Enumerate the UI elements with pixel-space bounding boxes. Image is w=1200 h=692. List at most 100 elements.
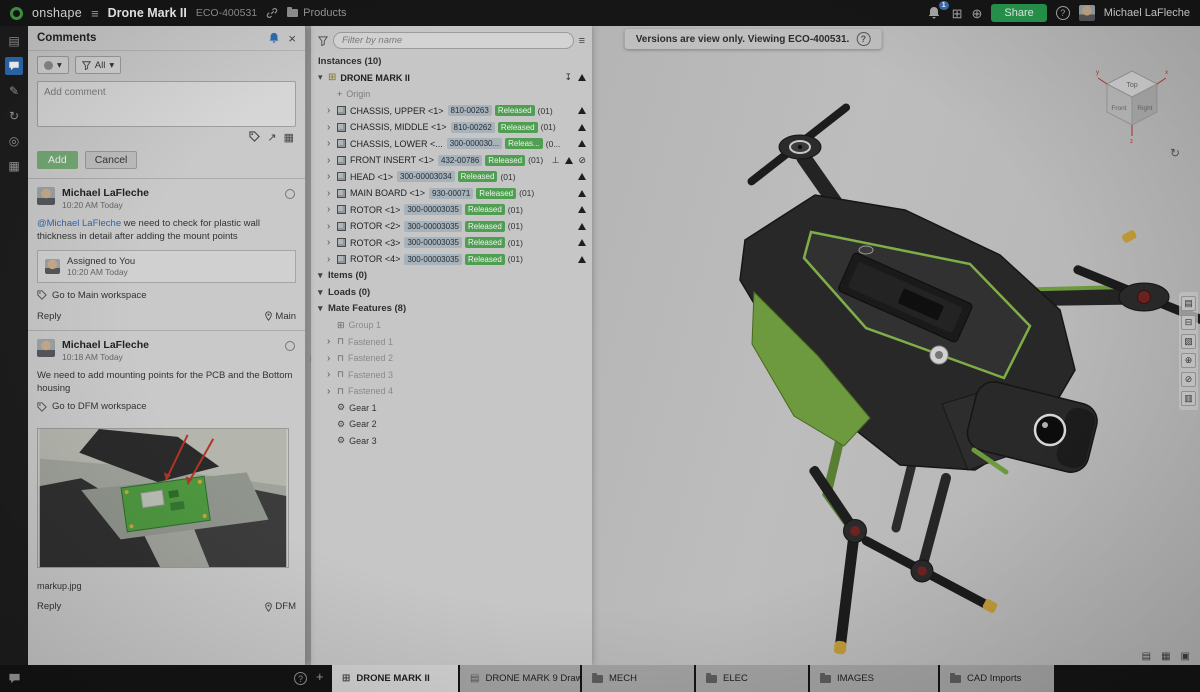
link-icon[interactable] <box>266 7 278 19</box>
expand-chevron-icon[interactable]: › <box>327 188 337 199</box>
resolve-comment-checkbox[interactable] <box>285 189 295 199</box>
assignment-card[interactable]: Assigned to You 10:20 AM Today <box>37 250 296 283</box>
list-options-icon[interactable]: ≡ <box>579 35 585 47</box>
tree-row-mate[interactable]: › ⊓ Fastened 1 <box>311 334 592 351</box>
tree-row-part[interactable]: › CHASSIS, LOWER <... 300-000030... Rele… <box>311 136 592 153</box>
print-icon[interactable]: ▤ <box>1142 651 1151 662</box>
collapse-caret-icon[interactable]: ▾ <box>318 270 328 281</box>
expand-chevron-icon[interactable]: › <box>327 386 337 397</box>
explode-view-icon[interactable]: ▧ <box>1181 334 1196 349</box>
grid-panel-icon[interactable]: ▦ <box>5 157 23 175</box>
resolve-comment-checkbox[interactable] <box>285 341 295 351</box>
add-comment-input[interactable]: Add comment <box>37 81 296 127</box>
expand-chevron-icon[interactable]: › <box>327 155 337 166</box>
tree-row-part[interactable]: › ROTOR <1> 300-00003035 Released (01) <box>311 202 592 219</box>
comment-attachment-image[interactable] <box>37 428 289 568</box>
tree-row-part[interactable]: › CHASSIS, UPPER <1> 810-00263 Released … <box>311 103 592 120</box>
reply-link[interactable]: Reply <box>37 601 61 612</box>
attachment-filename[interactable]: markup.jpg <box>37 581 296 591</box>
tab-images-folder[interactable]: IMAGES <box>810 665 940 692</box>
loads-section-header[interactable]: ▾ Loads (0) <box>311 284 592 301</box>
attach-image-icon[interactable]: ▦ <box>284 131 294 144</box>
expand-chevron-icon[interactable]: › <box>327 221 337 232</box>
menu-icon[interactable]: ≡ <box>91 7 99 20</box>
tree-row-mate[interactable]: ⚙ Gear 3 <box>311 433 592 450</box>
mute-icon[interactable]: ⊘ <box>578 155 586 166</box>
tree-row-mate[interactable]: ⚙ Gear 2 <box>311 416 592 433</box>
tree-filter-input[interactable]: Filter by name <box>333 32 574 49</box>
tab-drone-mark-drawing[interactable]: ▤ DRONE MARK 9 Drawin... <box>460 665 582 692</box>
state-triangle-icon[interactable] <box>578 124 586 131</box>
view-cube[interactable]: Top Front Right y x z <box>1090 60 1174 144</box>
items-section-header[interactable]: ▾ Items (0) <box>311 268 592 285</box>
tree-row-part[interactable]: › MAIN BOARD <1> 930-00071 Released (01) <box>311 185 592 202</box>
tree-row-part[interactable]: › CHASSIS, MIDDLE <1> 810-00262 Released… <box>311 119 592 136</box>
tab-elec-folder[interactable]: ELEC <box>696 665 810 692</box>
tree-row-mate[interactable]: ⊞ Group 1 <box>311 317 592 334</box>
tag-icon[interactable] <box>249 131 260 142</box>
expand-chevron-icon[interactable]: › <box>327 353 337 364</box>
state-triangle-icon[interactable] <box>565 157 573 164</box>
bom-panel-icon[interactable]: ▤ <box>1181 296 1196 311</box>
history-panel-icon[interactable]: ↻ <box>5 107 23 125</box>
filter-funnel-icon[interactable] <box>318 36 328 46</box>
comments-notification-bell-icon[interactable] <box>268 32 280 44</box>
grid-view-icon[interactable]: ▦ <box>1161 651 1170 662</box>
state-triangle-icon[interactable] <box>578 223 586 230</box>
state-triangle-icon[interactable] <box>578 239 586 246</box>
tree-row-mate[interactable]: ⚙ Gear 1 <box>311 400 592 417</box>
expand-chevron-icon[interactable]: › <box>327 336 337 347</box>
edit-panel-icon[interactable]: ✎ <box>5 82 23 100</box>
workspace-link[interactable]: Go to Main workspace <box>37 290 296 301</box>
mention-link[interactable]: @Michael LaFleche <box>37 218 121 229</box>
tree-row-mate[interactable]: › ⊓ Fastened 4 <box>311 383 592 400</box>
app-store-icon[interactable]: ⊞ <box>952 7 963 20</box>
display-states-icon[interactable]: ▥ <box>1181 391 1196 406</box>
comment-author-filter[interactable]: ▾ <box>37 56 69 74</box>
tree-row-mate[interactable]: › ⊓ Fastened 2 <box>311 350 592 367</box>
expand-chevron-icon[interactable]: › <box>327 171 337 182</box>
banner-help-icon[interactable]: ? <box>856 32 870 46</box>
help-icon[interactable]: ? <box>1056 6 1070 20</box>
tree-row-part[interactable]: › HEAD <1> 300-00003034 Released (01) <box>311 169 592 186</box>
comment-filter-all[interactable]: All ▾ <box>75 56 121 74</box>
tab-bar-help-icon[interactable]: ? <box>294 672 307 685</box>
appearance-panel-icon[interactable]: ⊕ <box>1181 353 1196 368</box>
collapse-caret-icon[interactable]: ▾ <box>318 72 328 83</box>
tab-cad-imports-folder[interactable]: CAD Imports <box>940 665 1056 692</box>
expand-chevron-icon[interactable]: › <box>327 105 337 116</box>
notifications-button[interactable]: 1 <box>927 6 943 21</box>
state-triangle-icon[interactable] <box>578 107 586 114</box>
tree-row-part[interactable]: › ROTOR <2> 300-00003035 Released (01) <box>311 218 592 235</box>
user-avatar[interactable] <box>1079 5 1095 21</box>
close-comments-icon[interactable]: × <box>288 31 296 46</box>
mate-connector-icon[interactable]: ⊥ <box>552 155 560 166</box>
collapse-caret-icon[interactable]: ▾ <box>318 287 328 298</box>
state-triangle-icon[interactable] <box>578 256 586 263</box>
state-triangle-icon[interactable] <box>578 140 586 147</box>
notes-panel-icon[interactable]: ▤ <box>5 32 23 50</box>
expand-chevron-icon[interactable]: › <box>327 204 337 215</box>
tab-mech-folder[interactable]: MECH <box>582 665 696 692</box>
add-comment-button[interactable]: Add <box>37 151 78 169</box>
tree-row-mate[interactable]: › ⊓ Fastened 3 <box>311 367 592 384</box>
onshape-logo-icon[interactable] <box>10 7 23 20</box>
expand-chevron-icon[interactable]: › <box>327 237 337 248</box>
collapse-caret-icon[interactable]: ▾ <box>318 303 328 314</box>
instances-section-header[interactable]: Instances (10) <box>311 53 592 70</box>
insert-icon[interactable]: ↧ <box>564 72 572 83</box>
reply-link[interactable]: Reply <box>37 311 61 322</box>
target-panel-icon[interactable]: ◎ <box>5 132 23 150</box>
expand-chevron-icon[interactable]: › <box>327 254 337 265</box>
fullscreen-icon[interactable]: ▣ <box>1181 651 1190 662</box>
refresh-view-icon[interactable]: ↻ <box>1170 146 1180 160</box>
state-triangle-icon[interactable] <box>578 190 586 197</box>
section-view-icon[interactable]: ⊟ <box>1181 315 1196 330</box>
share-button[interactable]: Share <box>991 4 1046 22</box>
expand-chevron-icon[interactable]: › <box>327 369 337 380</box>
state-triangle-icon[interactable] <box>578 74 586 81</box>
mate-features-section-header[interactable]: ▾ Mate Features (8) <box>311 301 592 318</box>
chat-icon[interactable] <box>8 672 21 685</box>
tree-row-part[interactable]: › ROTOR <4> 300-00003035 Released (01) <box>311 251 592 268</box>
expand-chevron-icon[interactable]: › <box>327 122 337 133</box>
